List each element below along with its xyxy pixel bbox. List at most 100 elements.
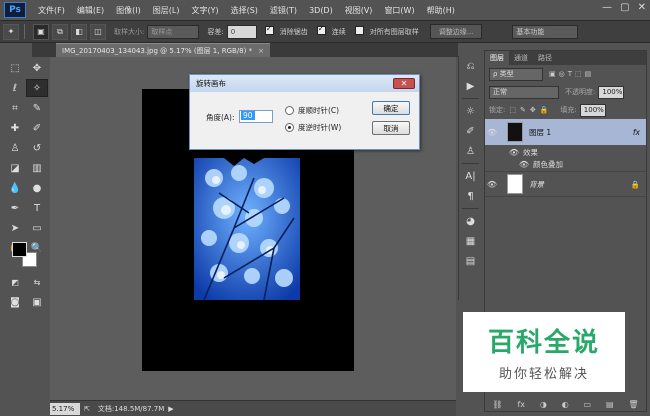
lock-icons[interactable]: ⬚✎✥🔒 <box>509 106 552 114</box>
paragraph-panel-icon[interactable]: ¶ <box>459 186 482 206</box>
subtract-selection-icon[interactable]: ◧ <box>71 23 87 40</box>
eye-icon[interactable]: 👁 <box>485 180 499 189</box>
delete-layer-icon[interactable]: 🗑 <box>628 400 638 409</box>
restore-button[interactable]: ▢ <box>620 2 629 13</box>
path-selection-icon[interactable]: ➤ <box>4 219 26 237</box>
crop-tool-icon[interactable]: ⌗ <box>4 99 26 117</box>
navigator-panel-icon[interactable]: ▤ <box>459 251 482 271</box>
swap-colors-icon[interactable]: ⇆ <box>26 273 48 291</box>
add-style-icon[interactable]: fx <box>517 400 525 409</box>
sample-size-label: 取样大小: <box>114 27 145 36</box>
move-tool-icon[interactable]: ✥ <box>26 59 48 77</box>
filter-icons[interactable]: ▣◎T⬚▤ <box>549 70 594 78</box>
ok-button[interactable]: 确定 <box>372 101 410 115</box>
clone-source-panel-icon[interactable]: ♙ <box>459 141 482 161</box>
marquee-tool-icon[interactable]: ⬚ <box>4 59 26 77</box>
history-panel-icon[interactable]: ⎌ <box>459 56 482 76</box>
new-selection-icon[interactable]: ▣ <box>33 23 49 40</box>
blend-mode-select[interactable]: 正常 <box>489 85 559 99</box>
menu-edit[interactable]: 编辑(E) <box>71 5 110 16</box>
screen-mode-icon[interactable]: ▣ <box>26 293 48 311</box>
quick-mask-icon[interactable]: ◙ <box>4 293 26 311</box>
adjustments-panel-icon[interactable]: ☼ <box>459 101 482 121</box>
zoom-level-input[interactable]: 5.17% <box>50 402 80 415</box>
minimize-button[interactable]: — <box>602 2 612 13</box>
adjustment-layer-icon[interactable]: ◐ <box>562 400 569 409</box>
document-info: 文档:148.5M/87.7M <box>97 404 165 413</box>
eye-icon[interactable]: 👁 <box>517 160 531 169</box>
menu-3d[interactable]: 3D(D) <box>303 6 339 15</box>
menu-select[interactable]: 选择(S) <box>225 5 264 16</box>
layer-name: 图层 1 <box>529 127 552 137</box>
add-mask-icon[interactable]: ◑ <box>540 400 547 409</box>
layer-row[interactable]: 👁 背景 🔒 <box>485 171 646 197</box>
magic-wand-preset-icon[interactable]: ✦ <box>3 23 19 40</box>
opacity-input[interactable]: 100% <box>598 85 625 99</box>
foreground-color-swatch[interactable] <box>12 242 27 257</box>
fill-input[interactable]: 100% <box>579 103 606 117</box>
lasso-tool-icon[interactable]: ℓ <box>4 79 26 97</box>
tab-layers[interactable]: 图层 <box>485 51 509 65</box>
healing-brush-icon[interactable]: ✚ <box>4 119 26 137</box>
new-layer-icon[interactable]: ▤ <box>606 400 614 409</box>
menu-image[interactable]: 图像(I) <box>110 5 147 16</box>
contiguous-checkbox[interactable] <box>316 24 329 37</box>
angle-input[interactable]: 90 <box>239 110 273 123</box>
brush-tool-icon[interactable]: ✐ <box>26 119 48 137</box>
menu-type[interactable]: 文字(Y) <box>185 5 224 16</box>
status-menu-arrow[interactable]: ▶ <box>168 405 173 413</box>
photo-layer-image[interactable] <box>194 158 300 300</box>
default-colors-icon[interactable]: ◩ <box>4 273 26 291</box>
magic-wand-tool-icon[interactable]: ✧ <box>26 79 48 97</box>
cancel-button[interactable]: 取消 <box>372 121 410 135</box>
blur-tool-icon[interactable]: 💧 <box>4 179 26 197</box>
gradient-tool-icon[interactable]: ▥ <box>26 159 48 177</box>
close-tab-icon[interactable]: × <box>258 47 264 55</box>
close-button[interactable]: ✕ <box>638 2 646 13</box>
tolerance-input[interactable]: 0 <box>226 24 257 39</box>
history-brush-icon[interactable]: ↺ <box>26 139 48 157</box>
menu-view[interactable]: 视图(V) <box>339 5 379 16</box>
workspace-select[interactable]: 基本功能 <box>512 24 579 39</box>
eye-icon[interactable]: 👁 <box>507 148 521 157</box>
sample-all-layers-checkbox[interactable] <box>354 26 367 37</box>
menu-file[interactable]: 文件(F) <box>32 5 71 16</box>
effects-row[interactable]: 👁 效果 <box>485 146 646 158</box>
link-layers-icon[interactable]: ⛓ <box>492 400 502 409</box>
layer-kind-select[interactable]: ρ 类型 <box>489 67 543 81</box>
contiguous-label: 连续 <box>331 27 346 36</box>
eraser-tool-icon[interactable]: ◪ <box>4 159 26 177</box>
menu-layer[interactable]: 图层(L) <box>147 5 186 16</box>
eye-icon[interactable]: 👁 <box>485 128 499 137</box>
fx-badge[interactable]: fx <box>633 128 640 137</box>
anti-alias-checkbox[interactable] <box>264 24 277 37</box>
type-tool-icon[interactable]: T <box>26 199 48 217</box>
intersect-selection-icon[interactable]: ◫ <box>90 23 106 40</box>
tab-paths[interactable]: 路径 <box>533 51 557 65</box>
new-group-icon[interactable]: ▭ <box>584 400 592 409</box>
pen-tool-icon[interactable]: ✒ <box>4 199 26 217</box>
character-panel-icon[interactable]: A| <box>459 166 482 186</box>
sample-size-select[interactable]: 取样点 <box>147 24 200 39</box>
export-icon[interactable]: ⇱ <box>84 405 90 413</box>
brush-panel-icon[interactable]: ✐ <box>459 121 482 141</box>
menu-help[interactable]: 帮助(H) <box>421 5 461 16</box>
menu-window[interactable]: 窗口(W) <box>378 5 420 16</box>
menu-filter[interactable]: 滤镜(T) <box>264 5 303 16</box>
refine-edge-button[interactable]: 调整边缘... <box>429 24 483 39</box>
actions-panel-icon[interactable]: ▶ <box>459 76 482 96</box>
grid-panel-icon[interactable]: ▦ <box>459 231 482 251</box>
dialog-close-button[interactable]: ✕ <box>393 78 415 89</box>
clone-stamp-icon[interactable]: ♙ <box>4 139 26 157</box>
effect-row[interactable]: 👁 颜色叠加 <box>485 158 646 170</box>
eyedropper-tool-icon[interactable]: ✎ <box>26 99 48 117</box>
swatches-panel-icon[interactable]: ◕ <box>459 211 482 231</box>
counterclockwise-radio[interactable]: 度逆时针(W) <box>285 122 341 133</box>
layer-row[interactable]: 👁 图层 1 fx <box>485 119 646 145</box>
clockwise-radio[interactable]: 度顺时针(C) <box>285 105 339 116</box>
dodge-tool-icon[interactable]: ● <box>26 179 48 197</box>
document-tab[interactable]: IMG_20170403_134043.jpg @ 5.17% (图层 1, R… <box>56 43 270 57</box>
tab-channels[interactable]: 通道 <box>509 51 533 65</box>
rectangle-tool-icon[interactable]: ▭ <box>26 219 48 237</box>
add-selection-icon[interactable]: ⧉ <box>52 23 68 40</box>
